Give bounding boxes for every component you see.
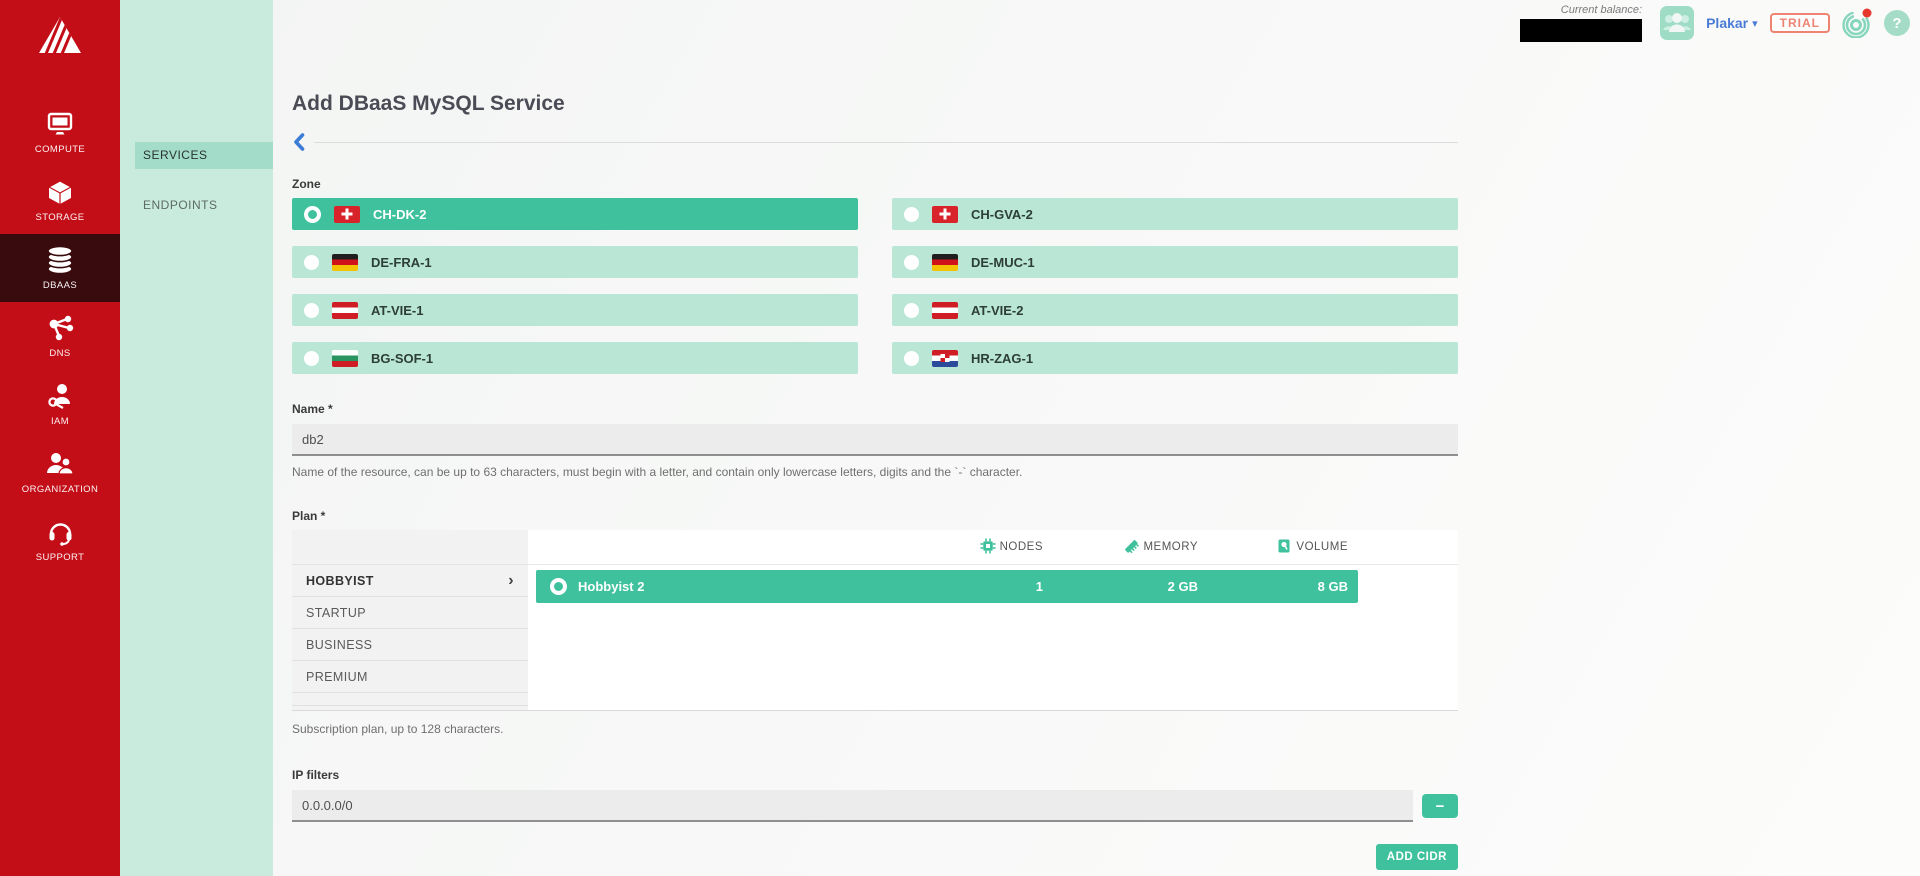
disk-icon	[1276, 538, 1292, 557]
back-button[interactable]	[292, 132, 306, 152]
plan-selector: HOBBYIST › STARTUP BUSINESS PREMIUM NODE…	[292, 530, 1458, 711]
zone-option-at-vie-1[interactable]: AT-VIE-1	[292, 294, 858, 326]
primary-sidebar: COMPUTE STORAGE DBAAS DNS IAM ORGANIZATI…	[0, 0, 120, 876]
sidebar-item-compute[interactable]: COMPUTE	[0, 98, 120, 166]
zone-option-hr-zag-1[interactable]: HR-ZAG-1	[892, 342, 1458, 374]
flag-bg-icon	[332, 349, 358, 367]
plan-tab-hobbyist[interactable]: HOBBYIST ›	[292, 565, 528, 597]
sidebar-item-label: DBAAS	[42, 280, 78, 291]
remove-cidr-button[interactable]: −	[1422, 794, 1458, 818]
chevron-right-icon: ›	[508, 571, 514, 589]
name-help-text: Name of the resource, can be up to 63 ch…	[292, 465, 1023, 479]
radio-icon	[904, 302, 919, 318]
radio-checked-icon	[550, 578, 567, 595]
cube-icon	[46, 177, 74, 207]
add-cidr-button[interactable]: ADD CIDR	[1375, 844, 1458, 870]
cidr-entry-row: −	[292, 790, 1458, 822]
main-area: Add DBaaS MySQL Service Zone CH-DK-2 CH-…	[273, 0, 1920, 876]
plan-row-volume-value: 8 GB	[1317, 579, 1348, 594]
plan-tab-partial	[292, 693, 528, 706]
flag-de-icon	[932, 253, 958, 271]
zone-option-at-vie-2[interactable]: AT-VIE-2	[892, 294, 1458, 326]
plan-col-volume: VOLUME	[1198, 538, 1348, 557]
plan-label: Plan *	[292, 509, 326, 523]
radio-icon	[904, 254, 919, 270]
name-input[interactable]	[292, 424, 1458, 456]
app-window: COMPUTE STORAGE DBAAS DNS IAM ORGANIZATI…	[0, 0, 1920, 876]
radio-icon	[304, 254, 319, 270]
exoscale-logo-icon[interactable]	[37, 10, 83, 60]
sidebar-item-label: STORAGE	[35, 212, 85, 223]
zone-selector: CH-DK-2 CH-GVA-2 DE-FRA-1 DE-MUC-1 AT-VI…	[292, 198, 1458, 374]
headset-icon	[46, 517, 74, 547]
divider	[314, 141, 1458, 143]
plan-tabs: HOBBYIST › STARTUP BUSINESS PREMIUM	[292, 530, 528, 710]
sidebar-item-dbaas[interactable]: DBAAS	[0, 234, 120, 302]
radio-icon	[904, 206, 919, 222]
sidebar-item-support[interactable]: SUPPORT	[0, 506, 120, 574]
cidr-input[interactable]	[292, 790, 1413, 822]
cpu-icon	[980, 538, 996, 557]
zone-option-ch-gva-2[interactable]: CH-GVA-2	[892, 198, 1458, 230]
sidebar-item-label: SUPPORT	[35, 552, 85, 563]
subnav-item-services[interactable]: SERVICES	[135, 142, 273, 169]
zone-label: Zone	[292, 177, 321, 191]
sidebar-item-label: COMPUTE	[34, 144, 86, 155]
zone-option-de-fra-1[interactable]: DE-FRA-1	[292, 246, 858, 278]
radio-icon	[304, 302, 319, 318]
back-row	[292, 132, 1458, 152]
user-key-icon	[46, 381, 74, 411]
radio-icon	[304, 350, 319, 366]
page-title: Add DBaaS MySQL Service	[292, 92, 565, 115]
flag-at-icon	[932, 301, 958, 319]
plan-table: NODES MEMORY VOLUME Hobbyist 2 1 2 GB 8 …	[528, 530, 1458, 710]
plan-col-nodes: NODES	[923, 538, 1043, 557]
flag-hr-icon	[932, 349, 958, 367]
ip-filters-label: IP filters	[292, 768, 340, 782]
zone-option-ch-dk-2[interactable]: CH-DK-2	[292, 198, 858, 230]
flag-ch-icon	[932, 205, 958, 223]
sidebar-item-iam[interactable]: IAM	[0, 370, 120, 438]
radio-checked-icon	[304, 205, 321, 223]
plan-tab-business[interactable]: BUSINESS	[292, 629, 528, 661]
sidebar-item-label: ORGANIZATION	[21, 484, 99, 495]
zone-option-de-muc-1[interactable]: DE-MUC-1	[892, 246, 1458, 278]
subnav-item-endpoints[interactable]: ENDPOINTS	[135, 192, 273, 219]
sidebar-item-label: DNS	[49, 348, 71, 359]
zone-option-bg-sof-1[interactable]: BG-SOF-1	[292, 342, 858, 374]
plan-tabs-header-spacer	[292, 530, 528, 565]
plan-tab-startup[interactable]: STARTUP	[292, 597, 528, 629]
name-label: Name *	[292, 402, 333, 416]
dbaas-subnav: SERVICES ENDPOINTS	[120, 0, 273, 876]
flag-at-icon	[332, 301, 358, 319]
database-icon	[45, 245, 75, 275]
plan-row-memory-value: 2 GB	[1167, 579, 1198, 594]
sidebar-nav: COMPUTE STORAGE DBAAS DNS IAM ORGANIZATI…	[0, 98, 120, 574]
radio-icon	[904, 350, 919, 366]
monitor-icon	[46, 109, 74, 139]
flag-ch-icon	[334, 205, 360, 223]
memory-icon	[1123, 538, 1140, 557]
plan-table-header: NODES MEMORY VOLUME	[528, 530, 1458, 565]
sidebar-item-storage[interactable]: STORAGE	[0, 166, 120, 234]
flag-de-icon	[332, 253, 358, 271]
people-icon	[45, 449, 75, 479]
plan-rows: Hobbyist 2 1 2 GB 8 GB	[528, 565, 1458, 603]
plan-row-nodes-value: 1	[1035, 579, 1043, 594]
sidebar-item-dns[interactable]: DNS	[0, 302, 120, 370]
plan-row-hobbyist-2[interactable]: Hobbyist 2 1 2 GB 8 GB	[536, 570, 1358, 603]
plan-col-memory: MEMORY	[1043, 538, 1198, 557]
sidebar-item-label: IAM	[50, 416, 70, 427]
plan-tab-premium[interactable]: PREMIUM	[292, 661, 528, 693]
plan-help-text: Subscription plan, up to 128 characters.	[292, 722, 504, 736]
sidebar-item-organization[interactable]: ORGANIZATION	[0, 438, 120, 506]
network-icon	[46, 313, 74, 343]
